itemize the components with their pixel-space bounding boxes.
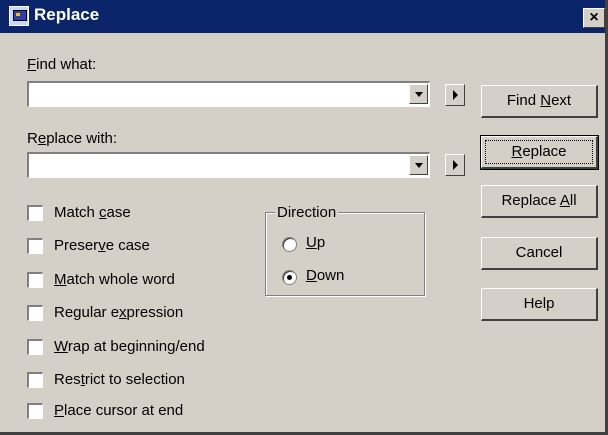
replace-dialog: Replace × Find what: Replace with: Find … bbox=[0, 0, 608, 435]
match-whole-word-label[interactable]: Match whole word bbox=[54, 271, 175, 288]
cancel-button[interactable]: Cancel bbox=[481, 237, 598, 270]
wrap-checkbox[interactable] bbox=[27, 339, 43, 355]
replace-with-input[interactable] bbox=[31, 156, 401, 174]
replace-with-dropdown-button[interactable] bbox=[409, 155, 428, 175]
preserve-case-checkbox[interactable] bbox=[27, 238, 43, 254]
find-what-combobox[interactable] bbox=[27, 81, 430, 107]
restrict-to-selection-label[interactable]: Restrict to selection bbox=[54, 371, 185, 388]
direction-up-label[interactable]: Up bbox=[306, 234, 325, 251]
regular-expression-label[interactable]: Regular expression bbox=[54, 304, 183, 321]
direction-down-radio[interactable] bbox=[282, 270, 297, 285]
replace-dialog-icon bbox=[9, 6, 29, 26]
match-case-label[interactable]: Match case bbox=[54, 204, 131, 221]
match-whole-word-checkbox[interactable] bbox=[27, 272, 43, 288]
chevron-right-icon bbox=[453, 90, 458, 100]
direction-up-radio[interactable] bbox=[282, 237, 297, 252]
dialog-title: Replace bbox=[34, 5, 100, 24]
wrap-label[interactable]: Wrap at beginning/end bbox=[54, 338, 205, 355]
chevron-down-icon bbox=[415, 92, 423, 97]
find-next-button[interactable]: Find Next bbox=[481, 85, 598, 118]
match-case-checkbox[interactable] bbox=[27, 205, 43, 221]
chevron-down-icon bbox=[415, 163, 423, 168]
preserve-case-label[interactable]: Preserve case bbox=[54, 237, 150, 254]
find-what-menu-button[interactable] bbox=[445, 84, 465, 106]
place-cursor-at-end-label[interactable]: Place cursor at end bbox=[54, 402, 183, 419]
replace-with-menu-button[interactable] bbox=[445, 154, 465, 176]
place-cursor-at-end-checkbox[interactable] bbox=[27, 403, 43, 419]
find-what-input[interactable] bbox=[31, 85, 401, 103]
close-button[interactable]: × bbox=[583, 8, 605, 28]
direction-group-title: Direction bbox=[275, 204, 339, 221]
radio-selected-dot bbox=[287, 275, 292, 280]
find-what-dropdown-button[interactable] bbox=[409, 84, 428, 104]
replace-all-button[interactable]: Replace All bbox=[481, 185, 598, 218]
restrict-to-selection-checkbox[interactable] bbox=[27, 372, 43, 388]
focus-rectangle bbox=[485, 140, 593, 164]
title-bar[interactable]: Replace × bbox=[0, 0, 605, 33]
replace-with-label: Replace with: bbox=[27, 130, 118, 147]
replace-button[interactable]: Replace bbox=[480, 135, 599, 170]
direction-down-label[interactable]: Down bbox=[306, 267, 344, 284]
find-what-label: Find what: bbox=[27, 56, 97, 73]
help-button[interactable]: Help bbox=[481, 288, 598, 321]
regular-expression-checkbox[interactable] bbox=[27, 305, 43, 321]
replace-with-combobox[interactable] bbox=[27, 152, 430, 178]
chevron-right-icon bbox=[453, 160, 458, 170]
